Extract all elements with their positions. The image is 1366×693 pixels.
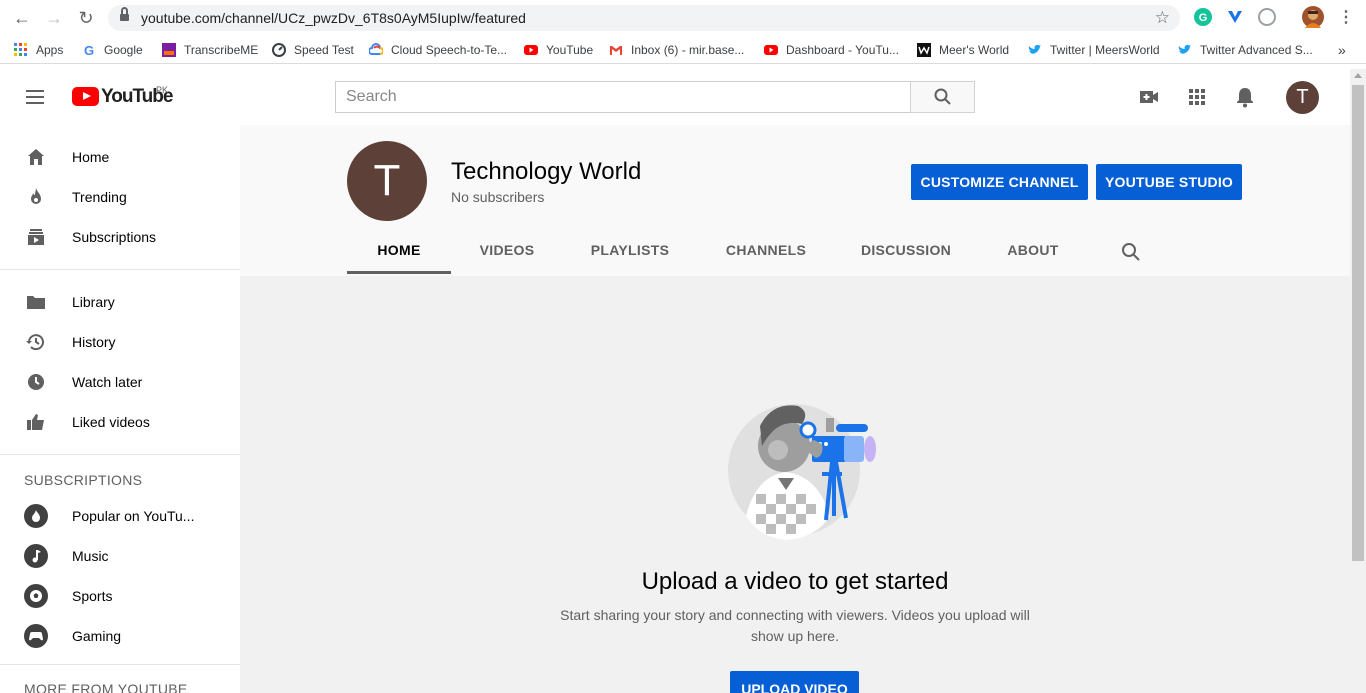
channel-name: Technology World <box>451 158 642 185</box>
gmail-icon <box>610 46 622 55</box>
search-input[interactable] <box>336 82 911 112</box>
vpn-extension-icon[interactable] <box>1226 8 1244 26</box>
channel-page: T Technology World No subscribers CUSTOM… <box>240 125 1350 693</box>
history-icon <box>26 334 44 351</box>
guide-sidebar: Home Trending Subscriptions Library Hist… <box>0 125 240 693</box>
youtube-icon <box>764 45 778 55</box>
twitter-icon <box>1178 44 1191 54</box>
notifications-bell-icon[interactable] <box>1233 85 1257 109</box>
forward-icon[interactable]: → <box>44 8 64 28</box>
search-icon <box>934 88 951 105</box>
google-cloud-icon <box>369 43 383 55</box>
back-icon[interactable]: ← <box>12 8 32 28</box>
tab-videos[interactable]: VIDEOS <box>463 224 551 274</box>
search-box <box>335 81 911 113</box>
home-icon <box>28 149 44 165</box>
subscriptions-heading: SUBSCRIPTIONS <box>24 472 143 488</box>
grammarly-extension-icon[interactable]: G <box>1194 8 1212 26</box>
tab-about[interactable]: ABOUT <box>992 224 1074 274</box>
youtube-logo[interactable]: YouTube PK <box>72 85 173 107</box>
empty-state-description: Start sharing your story and connecting … <box>560 607 1030 644</box>
watch-later-icon <box>28 374 44 390</box>
sidebar-item-liked-videos[interactable]: Liked videos <box>0 402 240 442</box>
sidebar-item-sports[interactable]: Sports <box>0 576 240 616</box>
sidebar-item-music[interactable]: Music <box>0 536 240 576</box>
sports-icon <box>24 584 48 608</box>
twitter-icon <box>1028 44 1041 54</box>
google-icon: G <box>84 43 94 57</box>
region-code: PK <box>156 85 169 95</box>
url-text[interactable]: youtube.com/channel/UCz_pwzDv_6T8s0AyM5I… <box>141 10 526 26</box>
tab-playlists[interactable]: PLAYLISTS <box>574 224 686 274</box>
scroll-up-arrow-icon[interactable] <box>1354 73 1362 78</box>
bookmark-star-icon[interactable]: ☆ <box>1155 8 1170 28</box>
liked-videos-icon <box>27 414 44 430</box>
subscriber-count: No subscribers <box>451 189 545 205</box>
videographer-illustration <box>728 404 876 540</box>
menu-icon[interactable] <box>26 89 46 105</box>
address-bar[interactable]: youtube.com/channel/UCz_pwzDv_6T8s0AyM5I… <box>108 5 1180 31</box>
sidebar-item-trending[interactable]: Trending <box>0 177 240 217</box>
empty-state-title: Upload a video to get started <box>641 568 949 595</box>
youtube-masthead: YouTube PK T <box>0 69 1350 125</box>
bookmarks-bar: Apps G Google TranscribeME Speed Test Cl… <box>0 36 1366 64</box>
channel-header: T Technology World No subscribers CUSTOM… <box>240 125 1350 276</box>
sidebar-item-library[interactable]: Library <box>0 282 240 322</box>
speedtest-icon <box>272 43 286 57</box>
sidebar-item-history[interactable]: History <box>0 322 240 362</box>
library-icon <box>27 296 45 309</box>
svg-text:G: G <box>1199 12 1208 24</box>
trending-icon <box>31 188 41 204</box>
svg-text:G: G <box>84 43 94 57</box>
apps-grid-icon <box>14 43 27 56</box>
sidebar-divider <box>0 269 240 270</box>
upload-video-button[interactable]: UPLOAD VIDEO <box>730 671 859 693</box>
lock-icon <box>120 7 129 22</box>
more-bookmarks-chevron[interactable]: » <box>1338 42 1346 58</box>
sidebar-item-subscriptions[interactable]: Subscriptions <box>0 217 240 257</box>
sidebar-item-home[interactable]: Home <box>0 137 240 177</box>
channel-search-icon[interactable] <box>1120 241 1142 263</box>
youtube-studio-button[interactable]: YOUTUBE STUDIO <box>1096 164 1242 200</box>
meers-world-icon <box>917 43 931 57</box>
channel-avatar[interactable]: T <box>347 141 427 221</box>
globe-extension-icon[interactable] <box>1258 8 1276 26</box>
youtube-play-icon <box>72 87 99 106</box>
subscriptions-icon <box>28 229 44 245</box>
gaming-icon <box>24 624 48 648</box>
browser-toolbar: ← → ↻ youtube.com/channel/UCz_pwzDv_6T8s… <box>0 0 1366 36</box>
profile-avatar-icon[interactable] <box>1302 6 1324 28</box>
tab-home[interactable]: HOME <box>347 224 451 274</box>
browser-menu-icon[interactable]: ⋮ <box>1338 7 1354 27</box>
search-button[interactable] <box>910 81 975 113</box>
sidebar-divider <box>0 454 240 455</box>
transcribeme-icon <box>162 43 176 57</box>
sidebar-item-popular[interactable]: Popular on YouTu... <box>0 496 240 536</box>
page-scrollbar[interactable] <box>1350 69 1366 693</box>
music-icon <box>24 544 48 568</box>
account-avatar[interactable]: T <box>1286 81 1319 114</box>
more-from-youtube-heading: MORE FROM YOUTUBE <box>24 681 188 693</box>
tab-channels[interactable]: CHANNELS <box>710 224 822 274</box>
scrollbar-thumb[interactable] <box>1352 85 1364 561</box>
apps-icon[interactable] <box>1185 85 1209 109</box>
reload-icon[interactable]: ↻ <box>76 8 96 28</box>
sidebar-item-gaming[interactable]: Gaming <box>0 616 240 656</box>
sidebar-divider <box>0 664 240 665</box>
customize-channel-button[interactable]: CUSTOMIZE CHANNEL <box>911 164 1088 200</box>
tab-discussion[interactable]: DISCUSSION <box>846 224 966 274</box>
empty-channel-content: Upload a video to get started Start shar… <box>240 276 1350 693</box>
create-video-icon[interactable] <box>1137 85 1161 109</box>
youtube-icon <box>524 45 538 55</box>
sidebar-item-watch-later[interactable]: Watch later <box>0 362 240 402</box>
popular-icon <box>24 504 48 528</box>
